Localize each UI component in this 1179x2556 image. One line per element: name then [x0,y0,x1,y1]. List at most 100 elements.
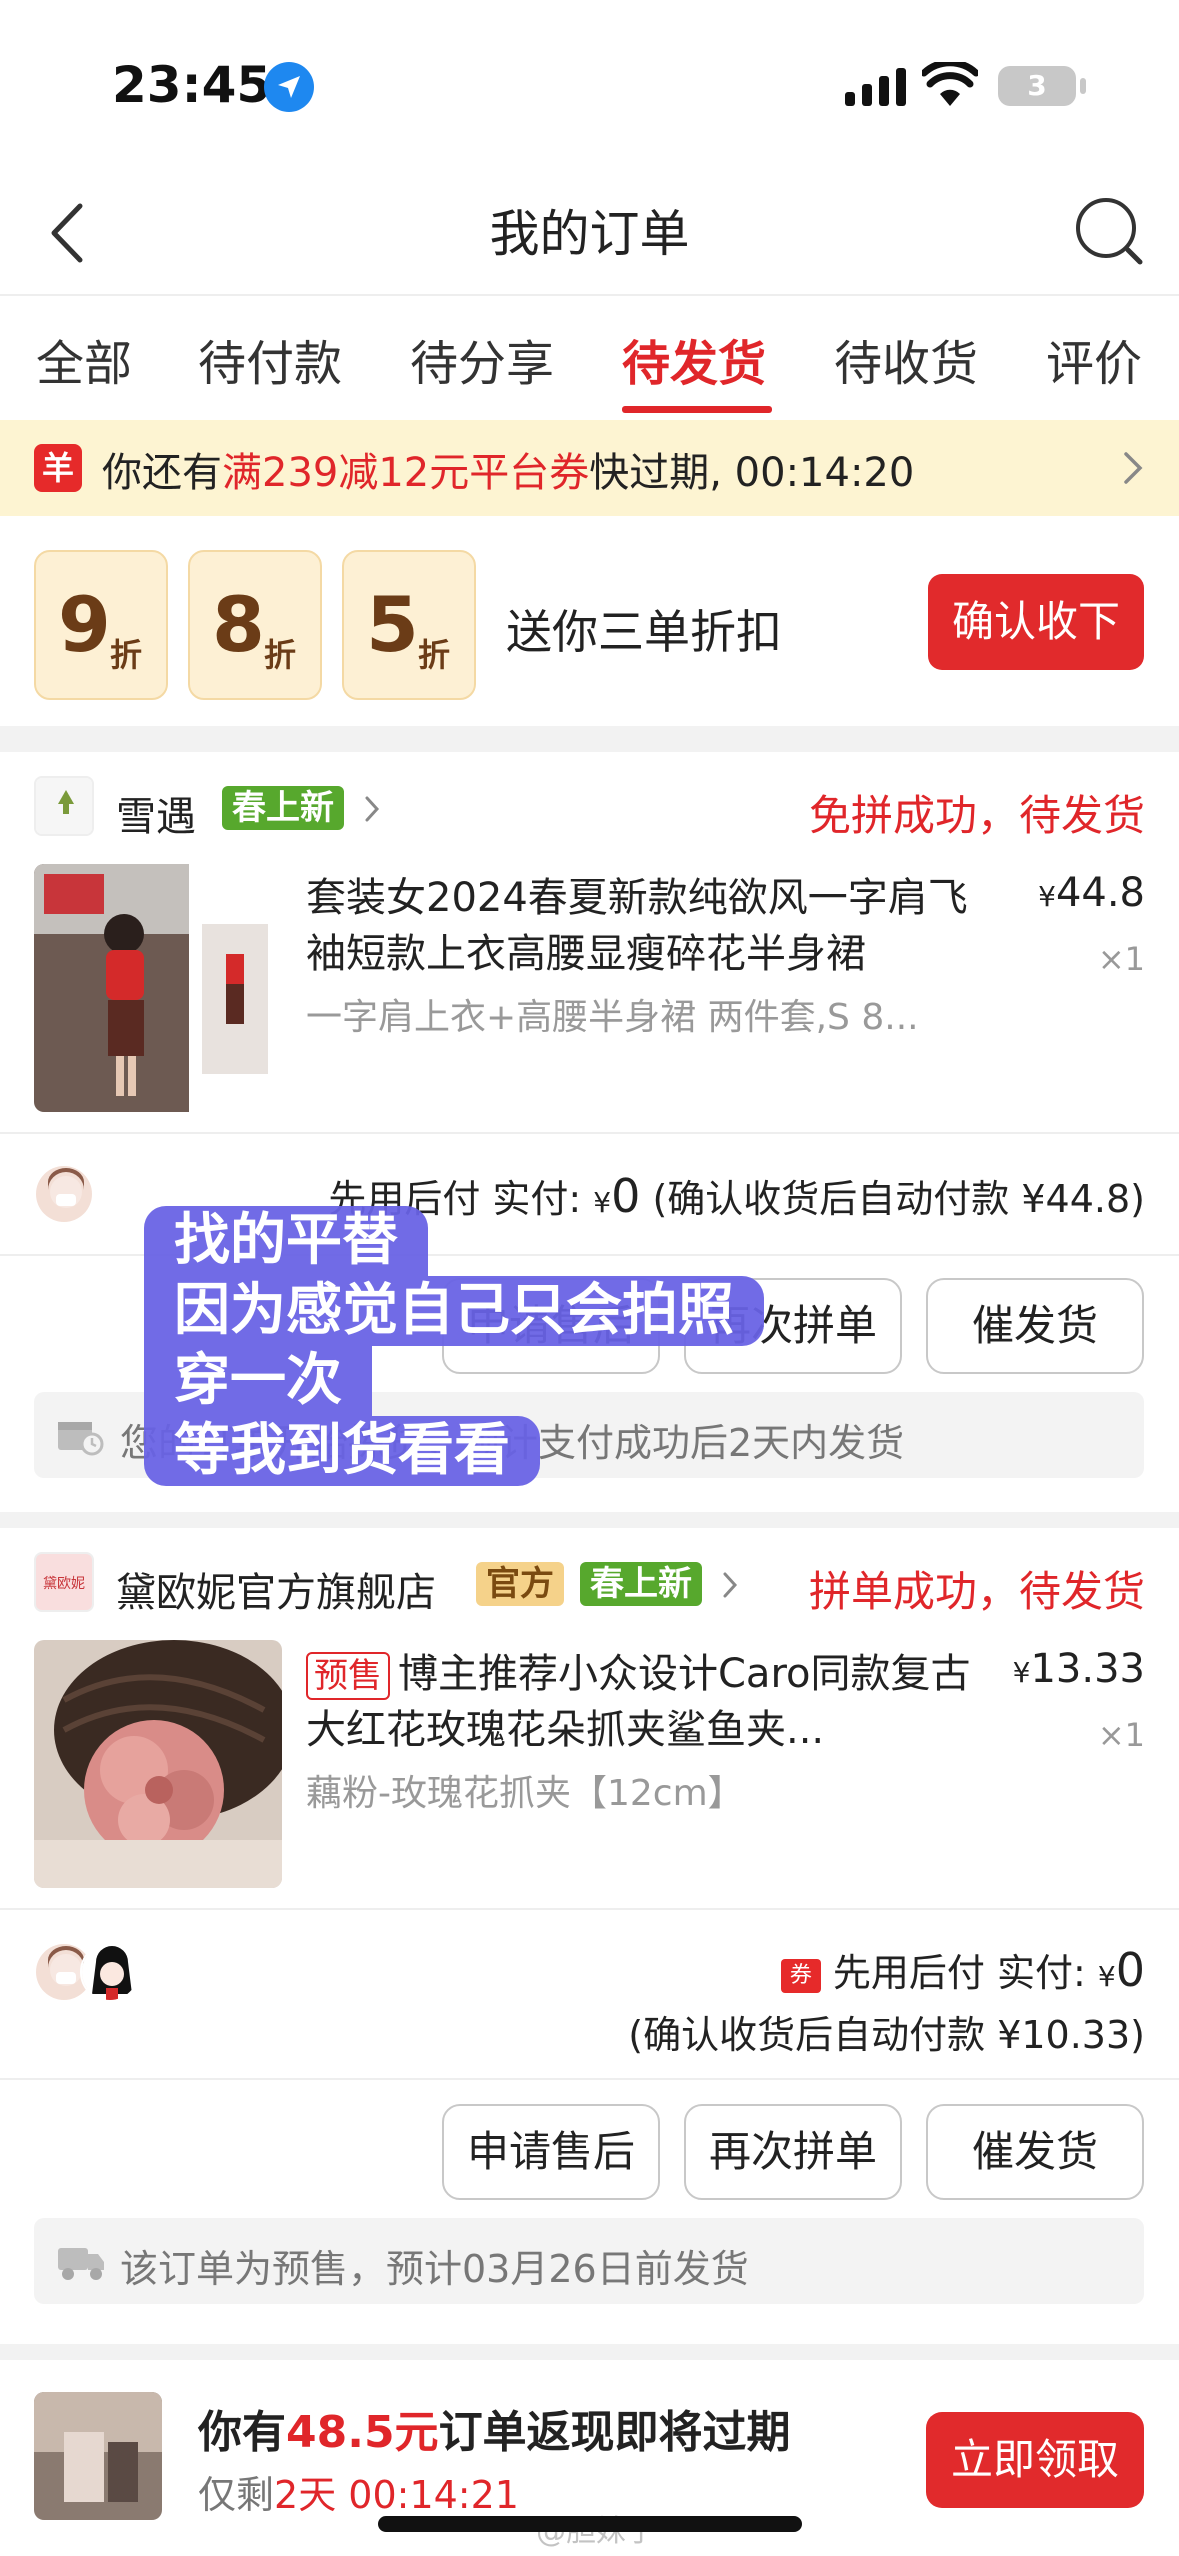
home-indicator[interactable] [378,2516,802,2532]
cellular-signal-icon [845,68,906,106]
product-quantity: ×1 [1097,940,1145,978]
coupon-mini-icon: 券 [780,1959,821,1993]
tab-all[interactable]: 全部 [36,324,132,394]
tab-pending-share[interactable]: 待分享 [410,324,554,394]
status-time: 23:45 [112,56,272,114]
wifi-icon [922,62,978,106]
divider [0,1908,1179,1910]
chevron-right-icon [1124,452,1143,484]
official-badge: 官方 [476,1562,564,1606]
nav-bar: 我的订单 [0,170,1179,296]
order-status: 免拼成功，待发货 [808,791,1145,840]
overlay-note-line: 穿一次 [144,1346,372,1416]
cashback-image [34,2392,162,2520]
price-value: 13.33 [1030,1646,1145,1692]
product-sku: 藕粉-玫瑰花抓夹【12cm】 [306,1773,744,1814]
accept-discount-button[interactable]: 确认收下 [928,574,1144,670]
payment-label: 先用后付 实付: [832,1951,1098,1995]
new-arrival-badge: 春上新 [222,786,344,830]
overlay-note-line: 等我到货看看 [144,1416,540,1486]
cashback-countdown: 仅剩2天 00:14:21 [198,2464,519,2519]
product-quantity: ×1 [1097,1716,1145,1754]
reorder-button[interactable]: 再次拼单 [684,2104,902,2200]
chevron-right-icon[interactable] [720,1570,740,1600]
payment-currency: ¥ [1097,1960,1116,1993]
product-image[interactable] [34,1640,282,1888]
shipping-notice-text: 该订单为预售，预计03月26日前发货 [120,2247,749,2291]
divider [0,1132,1179,1134]
cashback-sub-prefix: 仅剩 [198,2473,275,2517]
tab-pending-receipt[interactable]: 待收货 [834,324,978,394]
price-value: 44.8 [1055,870,1145,916]
discount-offer-text: 送你三单折扣 [506,605,782,659]
search-icon[interactable] [1070,192,1146,268]
overlay-note: 找的平替 因为感觉自己只会拍照 穿一次 等我到货看看 [144,1206,834,1486]
order-tabs: 全部 待付款 待分享 待发货 待收货 评价 [0,296,1179,420]
ticket-value: 5 [366,580,419,669]
coupon-banner-highlight: 满239减12元平台券 [222,450,590,496]
shop-logo[interactable]: 黛欧妮 [34,1552,94,1612]
discount-offer-strip: 9 折 8 折 5 折 送你三单折扣 确认收下 [0,516,1179,726]
coupon-banner-text: 你还有满239减12元平台券快过期, 00:14:20 [102,440,914,498]
new-arrival-badge: 春上新 [580,1562,702,1606]
shipping-notice[interactable]: 该订单为预售，预计03月26日前发货 [34,2218,1144,2304]
ticket-value: 9 [58,580,111,669]
cashback-days: 2天 [274,2473,337,2517]
shop-name[interactable]: 雪遇 [116,784,196,842]
coupon-icon: 羊 [34,444,82,492]
coupon-banner-suffix: 快过期, 00:14:20 [589,450,915,496]
battery-icon: 3 [998,66,1076,106]
chevron-right-icon[interactable] [362,794,382,824]
cashback-title-suffix: 订单返现即将过期 [438,2407,791,2458]
payment-value: 0 [1115,1943,1145,1997]
shop-logo[interactable] [34,776,94,836]
coupon-expiry-banner[interactable]: 羊 你还有满239减12元平台券快过期, 00:14:20 [0,420,1179,516]
package-clock-icon [58,1422,104,1456]
product-title[interactable]: 套装女2024春夏新款纯欲风一字肩飞袖短款上衣高腰显瘦碎花半身裙 [306,870,1006,982]
tab-pending-payment[interactable]: 待付款 [198,324,342,394]
active-tab-indicator [622,406,772,413]
claim-cashback-button[interactable]: 立即领取 [926,2412,1144,2508]
avatar [80,1942,140,2002]
discount-ticket: 5 折 [342,550,476,700]
payment-summary: 券先用后付 实付: ¥0 [780,1942,1145,1997]
location-arrow-icon [264,62,314,112]
currency-symbol: ¥ [1038,880,1056,913]
urge-shipment-button[interactable]: 催发货 [926,2104,1144,2200]
product-image[interactable] [34,864,282,1112]
product-sku: 一字肩上衣+高腰半身裙 两件套,S 8... [306,997,919,1038]
cashback-time: 00:14:21 [336,2473,519,2517]
battery-cap [1080,78,1086,94]
overlay-note-line: 找的平替 [144,1206,428,1276]
overlay-note-line: 因为感觉自己只会拍照 [144,1276,764,1346]
avatar [34,1164,94,1224]
product-title[interactable]: 预售 博主推荐小众设计Caro同款复古大红花玫瑰花朵抓夹鲨鱼夹... [306,1646,1006,1758]
payment-note: (确认收货后自动付款 ¥10.33) [628,2013,1145,2057]
product-title-text: 博主推荐小众设计Caro同款复古大红花玫瑰花朵抓夹鲨鱼夹... [306,1651,971,1753]
order-card: 黛欧妮 黛欧妮官方旗舰店 官方 春上新 拼单成功，待发货 预售 博主推荐小众设计C… [0,1528,1179,2344]
product-price: ¥44.8 [1038,870,1145,916]
urge-shipment-button[interactable]: 催发货 [926,1278,1144,1374]
ticket-unit: 折 [418,636,451,674]
tab-pending-shipment[interactable]: 待发货 [622,324,766,394]
order-status: 拼单成功，待发货 [808,1567,1145,1616]
shop-name[interactable]: 黛欧妮官方旗舰店 [116,1560,436,1618]
after-sale-button[interactable]: 申请售后 [442,2104,660,2200]
discount-ticket: 8 折 [188,550,322,700]
presale-tag: 预售 [306,1652,390,1700]
currency-symbol: ¥ [1012,1656,1031,1689]
page-title: 我的订单 [489,205,690,263]
coupon-banner-prefix: 你还有 [102,450,222,496]
tab-review[interactable]: 评价 [1046,324,1142,394]
ticket-value: 8 [212,580,265,669]
shop-logo-text: 黛欧妮 [43,1576,85,1592]
ticket-unit: 折 [264,636,297,674]
cashback-title-prefix: 你有 [198,2407,286,2458]
product-price: ¥13.33 [1013,1646,1145,1692]
ticket-unit: 折 [110,636,143,674]
cashback-amount: 48.5元 [286,2407,439,2458]
status-bar: 23:45 3 [0,0,1179,170]
divider [0,2078,1179,2080]
discount-ticket: 9 折 [34,550,168,700]
cashback-title: 你有48.5元订单返现即将过期 [198,2396,791,2460]
